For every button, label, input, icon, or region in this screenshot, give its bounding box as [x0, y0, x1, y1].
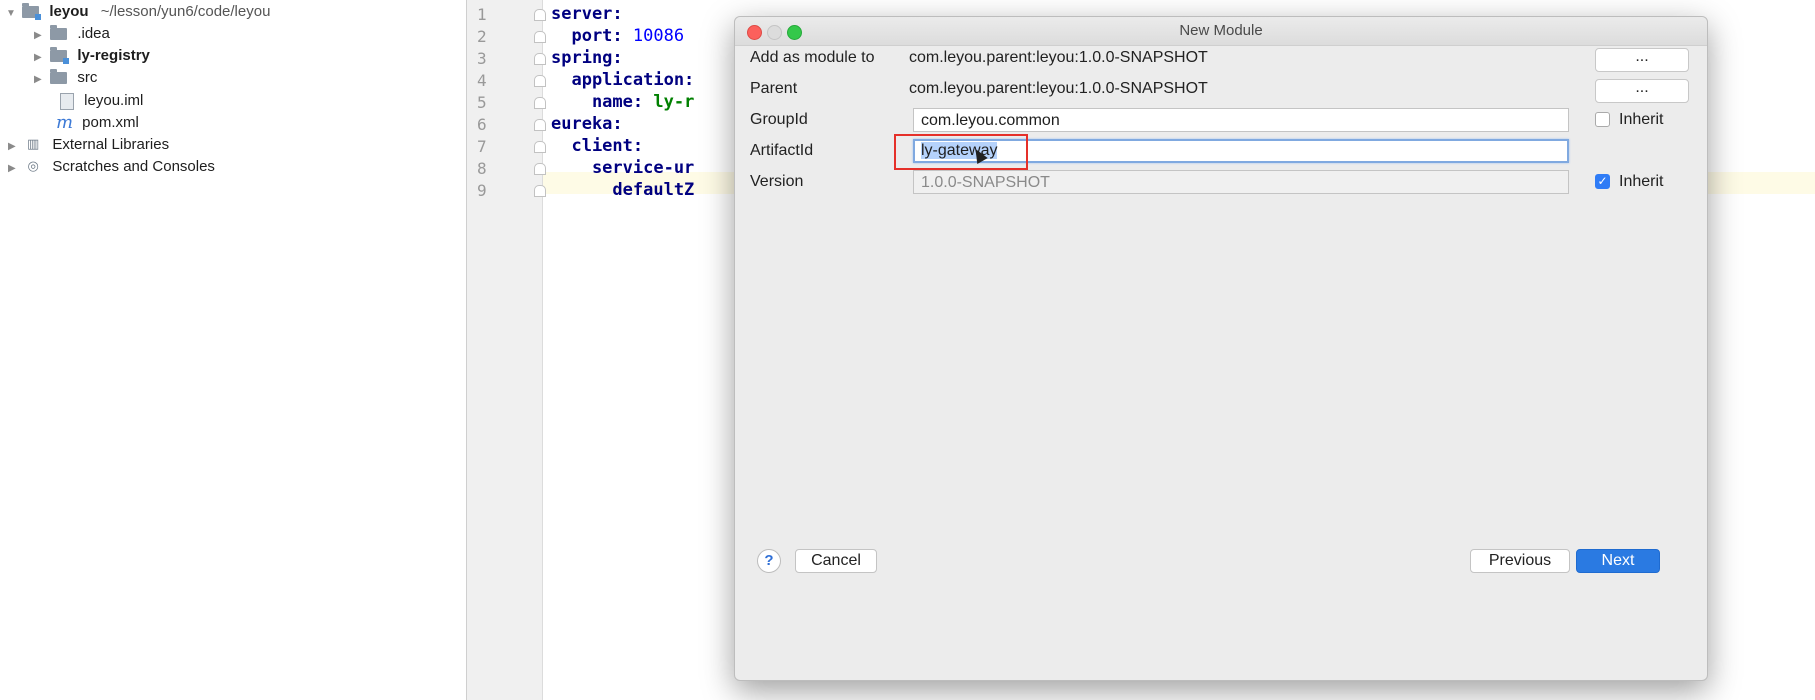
tree-item-label: src — [77, 69, 98, 86]
folder-icon — [50, 25, 68, 41]
root-project-name: leyou — [49, 3, 89, 20]
line-number: 2 — [477, 27, 487, 46]
line-number: 3 — [477, 49, 487, 68]
parent-label: Parent — [750, 80, 798, 97]
line-number: 7 — [477, 137, 487, 156]
version-inherit-checkbox[interactable]: ✓ — [1595, 174, 1610, 189]
add-as-module-browse-button[interactable]: ... — [1595, 48, 1689, 72]
folder-icon — [50, 69, 68, 85]
tree-item-ly-registry[interactable]: ▶ ly-registry — [34, 45, 150, 67]
fold-marker-icon[interactable] — [534, 119, 546, 131]
line-number: 9 — [477, 181, 487, 200]
artifact-id-label: ArtifactId — [750, 142, 814, 159]
code-line: client: — [551, 136, 644, 156]
libraries-icon: ▥ — [27, 137, 40, 153]
parent-value: com.leyou.parent:leyou:1.0.0-SNAPSHOT — [909, 80, 1208, 97]
tree-item-pom-xml[interactable]: m pom.xml — [56, 112, 139, 134]
previous-button[interactable]: Previous — [1470, 549, 1570, 573]
tree-item-leyou-iml[interactable]: leyou.iml — [60, 90, 143, 112]
tree-item-external-libraries[interactable]: ▶ ▥ External Libraries — [8, 134, 169, 156]
tree-item-label: .idea — [77, 25, 110, 42]
tree-item-label: Scratches and Consoles — [52, 158, 215, 175]
code-line: spring: — [551, 48, 623, 68]
tree-item-label: pom.xml — [82, 114, 139, 131]
code-line: name: ly-r — [551, 92, 695, 112]
fold-marker-icon[interactable] — [534, 75, 546, 87]
root-project-path: ~/lesson/yun6/code/leyou — [100, 3, 271, 20]
collapse-arrow-icon[interactable]: ▶ — [8, 158, 20, 180]
scratches-icon: ◎ — [27, 159, 39, 175]
version-inherit-label: Inherit — [1619, 173, 1664, 190]
fold-marker-icon[interactable] — [534, 53, 546, 65]
dialog-title: New Module — [1179, 22, 1263, 39]
line-number: 6 — [477, 115, 487, 134]
version-input: 1.0.0-SNAPSHOT — [913, 170, 1569, 194]
version-label: Version — [750, 173, 804, 190]
line-number-gutter: 1 2 3 4 5 6 7 8 9 — [467, 0, 546, 700]
annotation-highlight-box — [894, 134, 1028, 170]
next-button[interactable]: Next — [1576, 549, 1660, 573]
module-folder-icon — [22, 3, 42, 21]
code-line: eureka: — [551, 114, 623, 134]
project-tree-panel: ▼ leyou ~/lesson/yun6/code/leyou ▶ .idea… — [0, 0, 467, 700]
tree-item-label: External Libraries — [52, 136, 170, 153]
fold-marker-icon[interactable] — [534, 31, 546, 43]
line-number: 5 — [477, 93, 487, 112]
fold-marker-icon[interactable] — [534, 163, 546, 175]
code-line: server: — [551, 4, 623, 24]
tree-item-label: leyou.iml — [84, 92, 144, 109]
tree-item-src[interactable]: ▶ src — [34, 67, 97, 89]
group-id-label: GroupId — [750, 111, 808, 128]
add-as-module-value: com.leyou.parent:leyou:1.0.0-SNAPSHOT — [909, 49, 1208, 66]
maven-file-icon: m — [56, 112, 74, 134]
line-number: 4 — [477, 71, 487, 90]
cancel-button[interactable]: Cancel — [795, 549, 877, 573]
group-id-input[interactable]: com.leyou.common — [913, 108, 1569, 132]
code-line: defaultZ — [551, 180, 695, 200]
help-button[interactable]: ? — [757, 549, 781, 573]
fold-marker-icon[interactable] — [534, 97, 546, 109]
expand-arrow-icon[interactable]: ▼ — [6, 3, 18, 25]
group-id-inherit-checkbox[interactable] — [1595, 112, 1610, 127]
fold-marker-icon[interactable] — [534, 185, 546, 197]
tree-item-idea[interactable]: ▶ .idea — [34, 23, 110, 45]
fold-marker-icon[interactable] — [534, 141, 546, 153]
collapse-arrow-icon[interactable]: ▶ — [8, 136, 20, 158]
line-number: 1 — [477, 5, 487, 24]
collapse-arrow-icon[interactable]: ▶ — [34, 69, 46, 91]
new-module-dialog: New Module Add as module to com.leyou.pa… — [734, 16, 1708, 681]
collapse-arrow-icon[interactable]: ▶ — [34, 25, 46, 47]
fold-marker-icon[interactable] — [534, 9, 546, 21]
line-number: 8 — [477, 159, 487, 178]
collapse-arrow-icon[interactable]: ▶ — [34, 47, 46, 69]
code-line: service-ur — [551, 158, 695, 178]
dialog-titlebar[interactable]: New Module — [735, 17, 1707, 46]
group-id-inherit-label: Inherit — [1619, 111, 1664, 128]
add-as-module-label: Add as module to — [750, 49, 875, 66]
tree-item-scratches[interactable]: ▶ ◎ Scratches and Consoles — [8, 156, 215, 178]
tree-root-leyou[interactable]: ▼ leyou ~/lesson/yun6/code/leyou — [6, 1, 270, 23]
code-line: port: 10086 — [551, 26, 685, 46]
code-line: application: — [551, 70, 695, 90]
tree-item-label: ly-registry — [77, 47, 150, 64]
module-folder-icon — [50, 47, 70, 65]
iml-file-icon — [60, 92, 74, 110]
parent-browse-button[interactable]: ... — [1595, 79, 1689, 103]
